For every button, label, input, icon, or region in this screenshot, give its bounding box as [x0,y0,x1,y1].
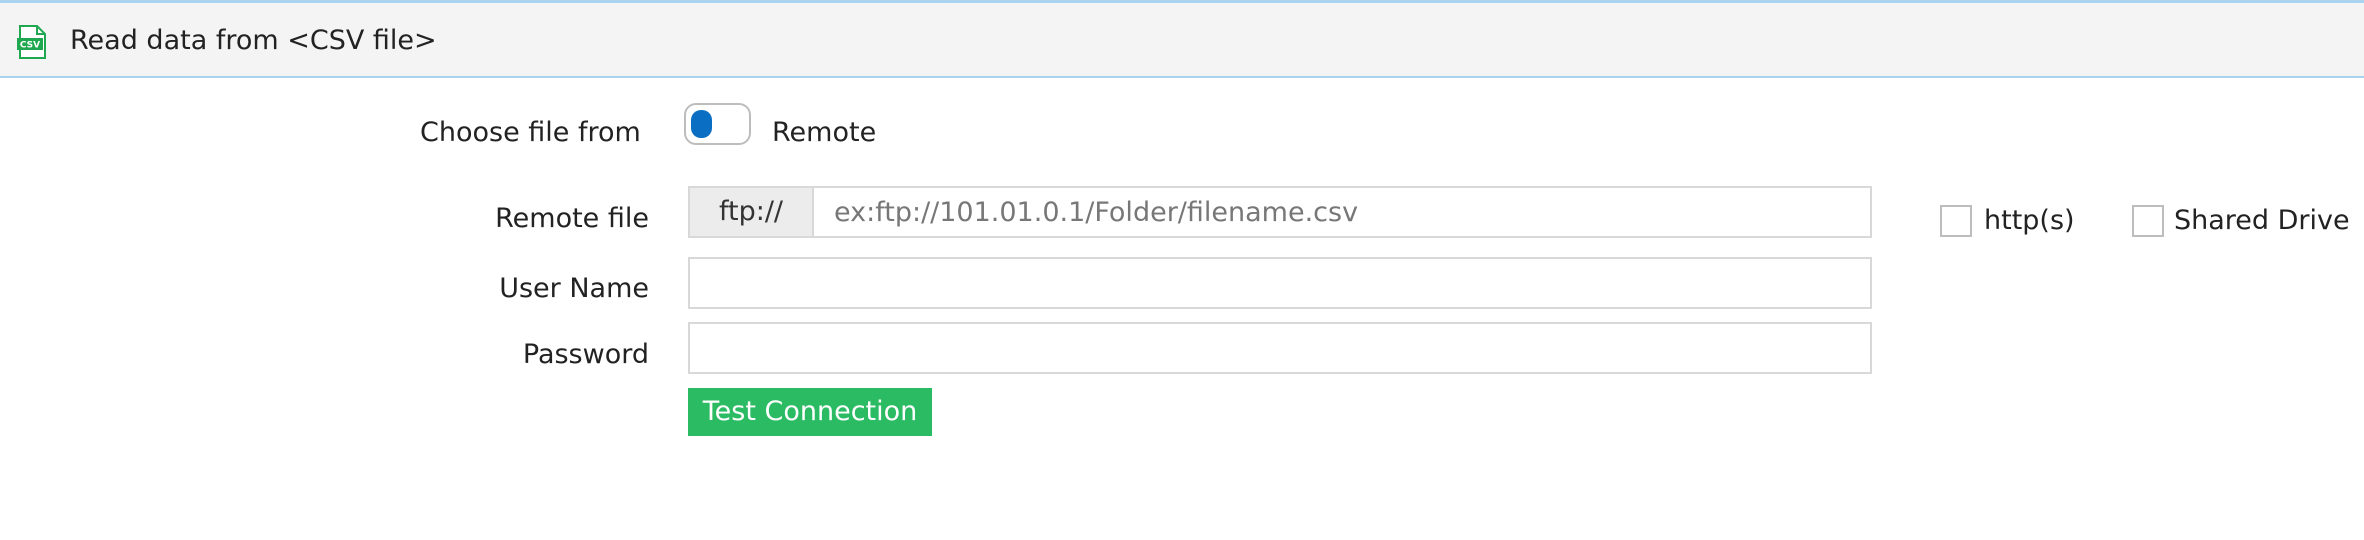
remote-file-input-group: ftp:// [688,186,1872,238]
remote-file-label: Remote file [495,203,649,234]
password-label: Password [522,339,649,370]
shared-drive-label: Shared Drive [2174,205,2350,236]
panel-title: Read data from <CSV file> [70,25,437,56]
toggle-value-label: Remote [772,117,877,148]
protocol-prefix: ftp:// [688,186,812,238]
shared-drive-checkbox[interactable] [2132,205,2164,237]
toggle-knob [691,110,712,138]
remote-file-input[interactable] [812,186,1872,238]
choose-file-from-label: Choose file from [420,117,641,148]
https-label: http(s) [1984,205,2075,236]
csv-icon-label: CSV [20,41,40,51]
password-input[interactable] [688,322,1872,374]
username-label: User Name [499,273,649,304]
csv-file-icon: CSV [17,25,46,59]
test-connection-button[interactable]: Test Connection [688,388,932,436]
https-checkbox[interactable] [1940,205,1972,237]
username-input[interactable] [688,257,1872,309]
remote-toggle[interactable] [684,103,751,145]
panel-header: CSV Read data from <CSV file> [0,0,2364,78]
